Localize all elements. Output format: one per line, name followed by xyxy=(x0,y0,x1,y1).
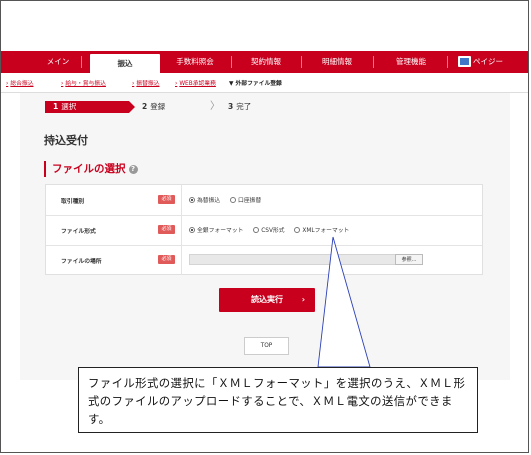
annotation-callout: ファイル形式の選択に「ＸＭＬフォーマット」を選択のうえ、ＸＭＬ形式のファイルのア… xyxy=(78,367,478,433)
